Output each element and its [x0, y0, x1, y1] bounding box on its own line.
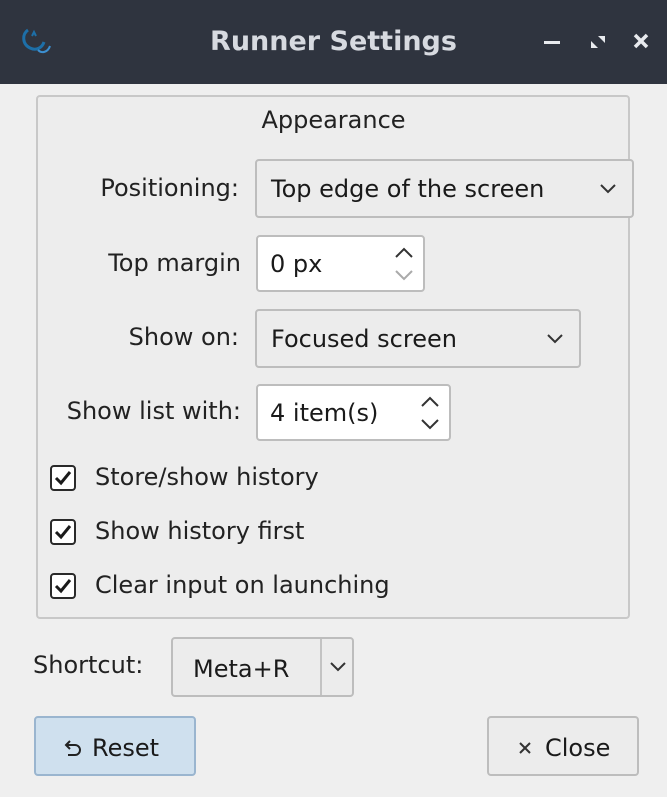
- checkmark-icon: [54, 579, 72, 594]
- clear-input-label: Clear input on launching: [95, 571, 390, 599]
- positioning-label: Positioning:: [100, 174, 239, 202]
- history-first-label: Show history first: [95, 517, 305, 545]
- history-first-checkbox[interactable]: [50, 519, 76, 545]
- top-margin-value: 0 px: [270, 249, 323, 278]
- show-list-value: 4 item(s): [270, 398, 379, 427]
- shortcut-value: Meta+R: [193, 655, 290, 683]
- maximize-icon[interactable]: [584, 27, 614, 57]
- chevron-down-icon: [547, 333, 563, 343]
- chevron-down-icon[interactable]: [329, 661, 347, 673]
- checkmark-icon: [54, 525, 72, 540]
- clear-input-checkbox[interactable]: [50, 573, 76, 599]
- close-label: Close: [545, 734, 611, 762]
- checkmark-icon: [54, 471, 72, 486]
- undo-icon: [64, 740, 81, 756]
- spin-arrows-icon[interactable]: [393, 243, 415, 285]
- show-list-spinbox[interactable]: 4 item(s): [256, 384, 451, 441]
- top-margin-label: Top margin: [108, 249, 241, 277]
- minimize-icon[interactable]: [538, 27, 568, 57]
- show-list-label: Show list with:: [66, 397, 241, 425]
- store-history-checkbox[interactable]: [50, 465, 76, 491]
- positioning-combo[interactable]: Top edge of the screen: [255, 159, 634, 218]
- title-bar[interactable]: Runner Settings: [0, 0, 667, 84]
- store-history-label: Store/show history: [95, 463, 319, 491]
- close-x-icon: [519, 742, 531, 754]
- show-on-combo[interactable]: Focused screen: [255, 309, 581, 368]
- reset-button[interactable]: Reset: [34, 716, 196, 776]
- shortcut-button[interactable]: Meta+R: [171, 637, 354, 697]
- show-on-value: Focused screen: [271, 324, 457, 353]
- shortcut-divider: [320, 639, 322, 695]
- shortcut-label: Shortcut:: [33, 651, 144, 679]
- positioning-value: Top edge of the screen: [271, 174, 545, 203]
- appearance-group-title: Appearance: [261, 106, 406, 134]
- show-on-label: Show on:: [128, 323, 239, 351]
- reset-label: Reset: [92, 734, 160, 762]
- top-margin-spinbox[interactable]: 0 px: [256, 235, 425, 292]
- chevron-down-icon: [600, 183, 616, 193]
- spin-arrows-icon[interactable]: [419, 392, 441, 434]
- close-button[interactable]: Close: [487, 716, 639, 776]
- close-icon[interactable]: [627, 27, 657, 57]
